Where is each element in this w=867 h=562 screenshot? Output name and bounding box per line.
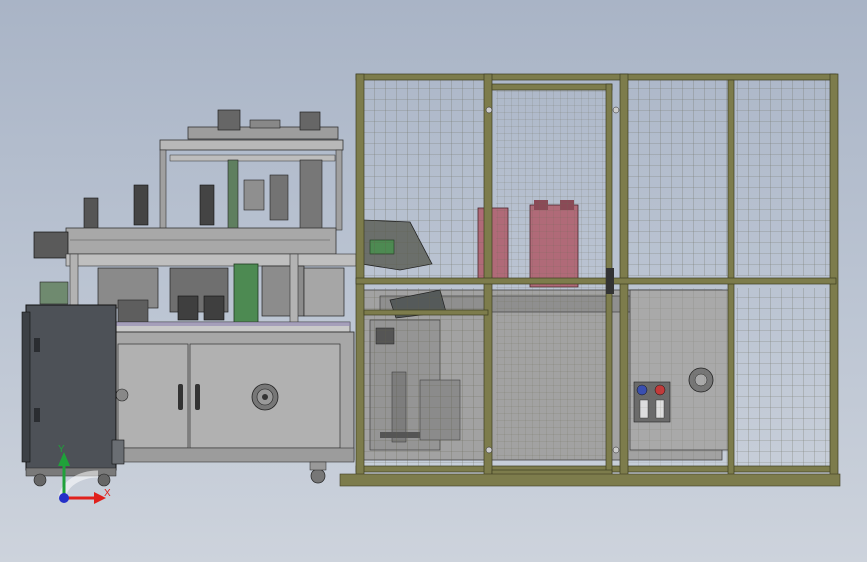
cad-viewport[interactable]: Y X <box>0 0 867 562</box>
x-axis-label: X <box>104 488 111 499</box>
upper-plate <box>65 227 337 255</box>
electrical-cabinet <box>21 304 125 487</box>
cabinet-door-left <box>117 343 189 449</box>
top-gantry-beam <box>159 139 344 151</box>
y-axis-label: Y <box>58 444 65 455</box>
green-bracket <box>233 263 259 327</box>
cabinet-fan <box>251 383 279 411</box>
right-cell <box>339 73 841 487</box>
